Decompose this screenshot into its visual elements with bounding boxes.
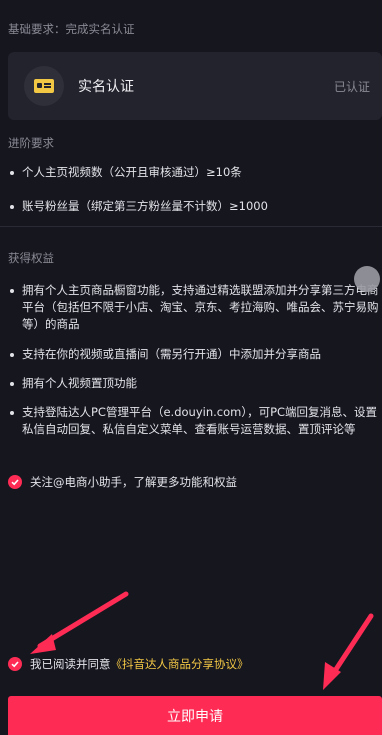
check-icon[interactable] — [8, 657, 22, 671]
arrow-icon — [30, 591, 129, 654]
benefits-label: 获得权益 — [8, 251, 54, 265]
agreement-prefix: 我已阅读并同意 — [30, 657, 111, 671]
follow-checkbox-row[interactable]: 关注@电商小助手，了解更多功能和权益 — [8, 474, 237, 490]
divider — [0, 226, 382, 227]
list-item: 账号粉丝量（绑定第三方粉丝量不计数）≥1000 — [8, 198, 380, 215]
list-item: 支持登陆达人PC管理平台（e.douyin.com），可PC端回复消息、设置私信… — [8, 404, 380, 438]
follow-text: 关注@电商小助手，了解更多功能和权益 — [30, 475, 237, 489]
arrow-icon — [323, 613, 374, 690]
agreement-link[interactable]: 《抖音达人商品分享协议》 — [111, 657, 249, 671]
basic-requirement-label: 基础要求：完成实名认证 — [8, 22, 135, 36]
verify-title: 实名认证 — [78, 79, 134, 95]
verify-status: 已认证 — [333, 79, 370, 94]
id-card-icon — [24, 66, 64, 106]
list-item: 个人主页视频数（公开且审核通过）≥10条 — [8, 164, 380, 181]
submit-button[interactable]: 立即申请 — [8, 696, 382, 735]
list-item: 拥有个人视频置顶功能 — [8, 375, 380, 392]
benefits-list: 拥有个人主页商品橱窗功能，支持通过精选联盟添加并分享第三方电商平台（包括但不限于… — [8, 282, 380, 438]
advanced-list: 个人主页视频数（公开且审核通过）≥10条 账号粉丝量（绑定第三方粉丝量不计数）≥… — [8, 164, 380, 215]
check-icon[interactable] — [8, 475, 22, 489]
agreement-checkbox-row[interactable]: 我已阅读并同意《抖音达人商品分享协议》 — [8, 656, 249, 672]
list-item: 支持在你的视频或直播间（需另行开通）中添加并分享商品 — [8, 346, 380, 363]
verify-card[interactable]: 实名认证 已认证 — [8, 52, 382, 120]
floating-assist-button[interactable] — [354, 266, 380, 292]
advanced-requirement-label: 进阶要求 — [8, 136, 54, 150]
list-item: 拥有个人主页商品橱窗功能，支持通过精选联盟添加并分享第三方电商平台（包括但不限于… — [8, 282, 380, 333]
